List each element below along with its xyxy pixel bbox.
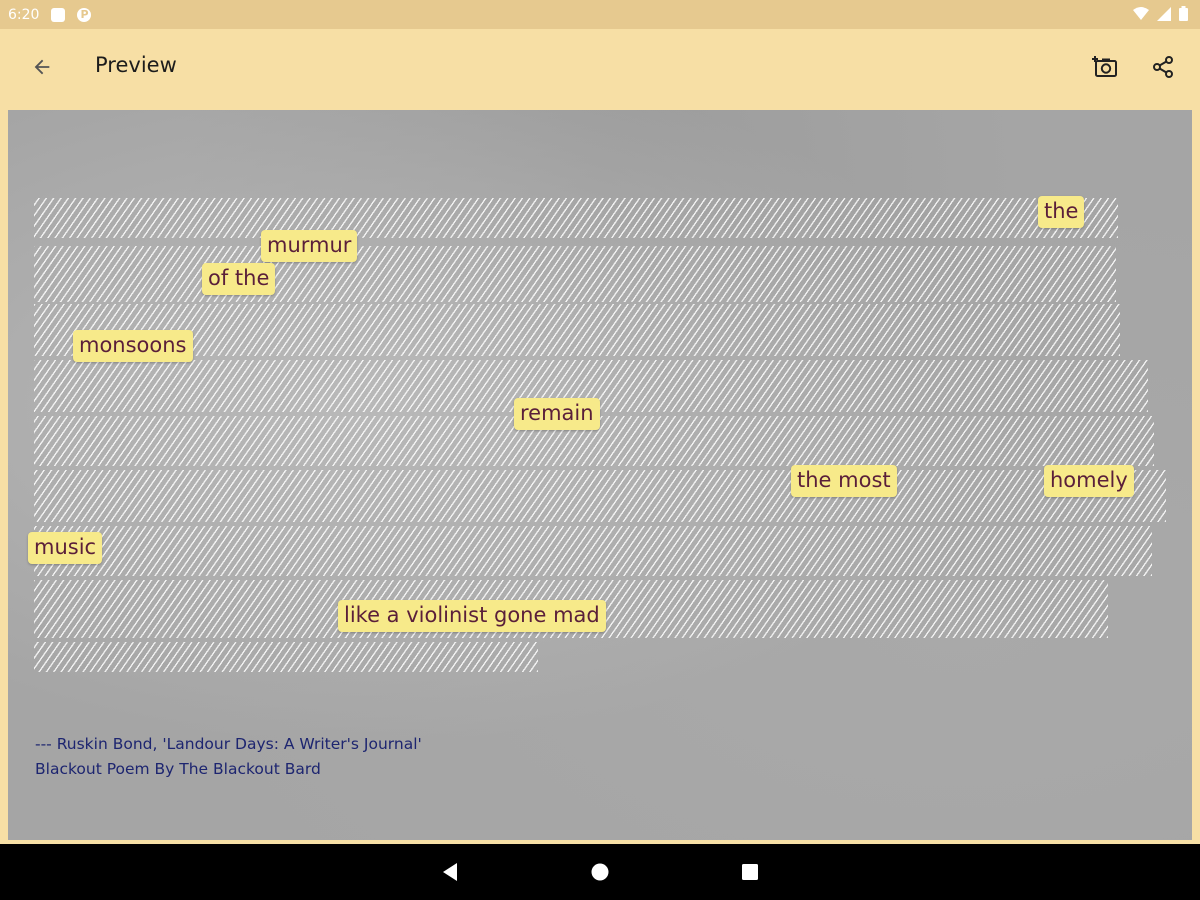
nav-home-icon: [591, 863, 609, 881]
poem-attribution: --- Ruskin Bond, 'Landour Days: A Writer…: [35, 732, 422, 782]
arrow-back-icon: [34, 59, 50, 75]
poem-word: of the: [202, 263, 276, 295]
status-time: 6:20: [8, 6, 40, 23]
poem-word: like a violinist gone mad: [338, 600, 606, 632]
back-button[interactable]: [26, 51, 58, 83]
poem-word: murmur: [261, 230, 358, 262]
nav-recents-icon: [742, 864, 758, 880]
preview-frame: the murmur of the monsoons remain the mo…: [0, 106, 1200, 844]
navigation-bar: [0, 844, 1200, 900]
screenshot-button[interactable]: [1088, 49, 1124, 85]
camera-add-icon: [1092, 56, 1117, 77]
hatch-row: [34, 246, 1116, 302]
hatch-row: [34, 642, 538, 672]
attribution-source: --- Ruskin Bond, 'Landour Days: A Writer…: [35, 735, 422, 753]
status-bar: 6:20: [0, 0, 1200, 29]
app-icon: [77, 7, 92, 22]
poem-word: remain: [514, 398, 600, 430]
poem-word: music: [28, 532, 103, 564]
top-app-bar: Preview: [0, 29, 1200, 106]
signal-icon: [1157, 6, 1171, 21]
nav-home-button[interactable]: [586, 858, 614, 886]
poem-word: the: [1038, 196, 1085, 228]
nav-back-icon: [443, 863, 457, 881]
poem-word: the most: [791, 465, 897, 497]
poem-word: homely: [1044, 465, 1134, 497]
hatch-row: [34, 470, 1166, 522]
status-icons: [1133, 6, 1188, 21]
poem-word: monsoons: [73, 330, 193, 362]
hatch-row: [34, 198, 1118, 238]
nav-back-button[interactable]: [436, 858, 464, 886]
blackout-poem-page: the murmur of the monsoons remain the mo…: [8, 110, 1192, 840]
nav-recents-button[interactable]: [736, 858, 764, 886]
wifi-icon: [1133, 6, 1149, 20]
share-button[interactable]: [1145, 49, 1181, 85]
notification-icon: [51, 7, 66, 22]
share-icon: [1153, 56, 1173, 78]
page-title: Preview: [95, 53, 177, 77]
battery-icon: [1179, 6, 1188, 21]
hatch-row: [34, 304, 1120, 356]
hatch-row: [34, 526, 1152, 576]
attribution-author: Blackout Poem By The Blackout Bard: [35, 760, 321, 778]
